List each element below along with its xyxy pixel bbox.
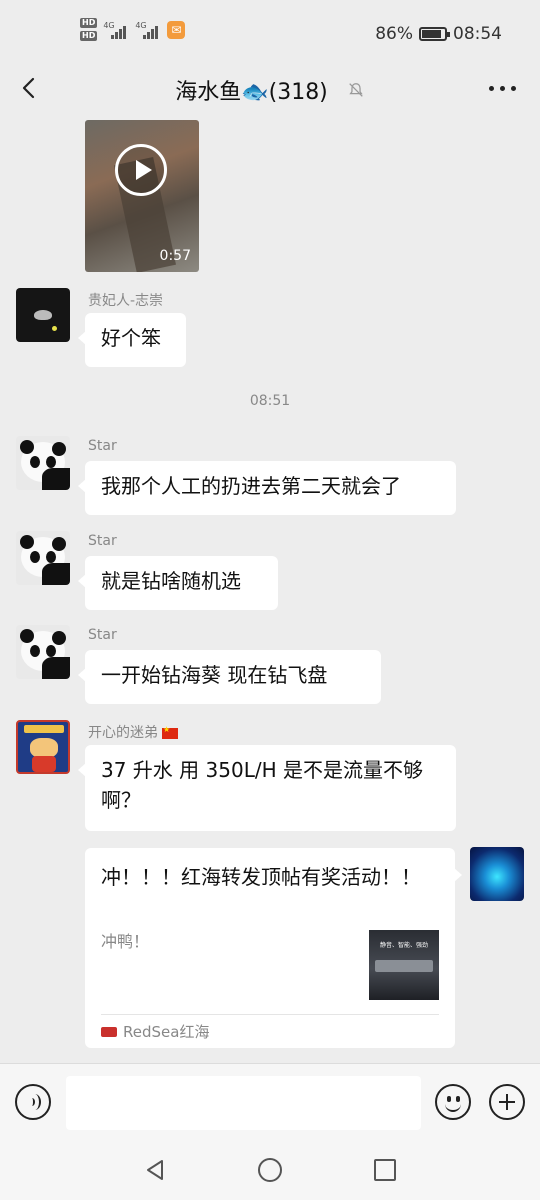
clock: 08:54: [453, 24, 502, 44]
battery-fill: [422, 30, 441, 38]
link-card[interactable]: 冲！！！红海转发顶帖有奖活动！！ 冲鸭！ 静音、智能、强劲 RedSea红海: [85, 848, 462, 1048]
avatar[interactable]: [16, 531, 70, 585]
status-left: HD HD 4G 4G ✉: [80, 18, 186, 41]
sender-name: 开心的迷弟: [88, 725, 158, 741]
link-card-source-name: RedSea红海: [123, 1023, 210, 1041]
signal-icon-2: 4G: [135, 21, 161, 39]
hd-indicators: HD HD: [80, 18, 98, 41]
voice-icon[interactable]: [15, 1084, 51, 1120]
system-navigation-bar: [0, 1141, 540, 1200]
sender-name-row: 开心的迷弟: [88, 722, 178, 742]
avatar[interactable]: [16, 288, 70, 342]
chat-header: 海水鱼🐟(318): [0, 66, 540, 112]
link-card-thumbnail-text: 静音、智能、强劲: [379, 942, 428, 949]
input-bar: [0, 1063, 540, 1141]
more-dots-icon[interactable]: [489, 86, 516, 91]
message-bubble[interactable]: 一开始钻海葵 现在钻飞盘: [78, 650, 381, 704]
sender-name: Star: [88, 533, 117, 549]
battery-icon: [419, 27, 450, 41]
bell-off-icon: [349, 83, 363, 97]
message-input[interactable]: [66, 1076, 421, 1130]
link-card-source: RedSea红海: [101, 1021, 209, 1042]
circle-home-icon[interactable]: [258, 1158, 282, 1182]
avatar[interactable]: [16, 625, 70, 679]
self-avatar[interactable]: [470, 847, 524, 901]
square-recent-icon[interactable]: [374, 1159, 396, 1181]
avatar[interactable]: [16, 436, 70, 490]
timestamp: 08:51: [249, 393, 291, 409]
video-message[interactable]: 0:57: [85, 120, 199, 272]
divider: [101, 1014, 439, 1015]
triangle-back-icon[interactable]: [144, 1159, 166, 1181]
sender-name: Star: [88, 627, 117, 643]
notification-app-icon: ✉: [167, 20, 186, 39]
plus-icon[interactable]: [489, 1084, 525, 1120]
battery-percent: 86%: [375, 24, 413, 44]
message-bubble[interactable]: 好个笨: [78, 313, 186, 367]
emoji-icon[interactable]: [435, 1084, 471, 1120]
message-bubble[interactable]: 37 升水 用 350L/H 是不是流量不够啊？: [78, 745, 456, 831]
link-card-description: 冲鸭！: [101, 932, 150, 951]
video-duration: 0:57: [159, 248, 191, 264]
link-card-title: 冲！！！红海转发顶帖有奖活动！！: [101, 865, 421, 889]
chat-title: 海水鱼🐟(318): [175, 80, 328, 105]
play-icon[interactable]: [115, 144, 167, 196]
china-flag-icon: [162, 725, 178, 739]
link-card-thumbnail: 静音、智能、强劲: [369, 930, 439, 1000]
status-right: 86% 08:54: [375, 24, 502, 44]
chat-title-wrap: 海水鱼🐟(318): [0, 74, 540, 106]
source-logo-icon: [101, 1026, 117, 1037]
sender-name: 贵妃人-志崇: [88, 293, 164, 309]
avatar[interactable]: [16, 720, 70, 774]
message-bubble[interactable]: 就是钻啥随机选: [78, 556, 278, 610]
hd-badge-2: HD: [80, 31, 98, 41]
hd-badge-1: HD: [80, 18, 98, 28]
status-bar: HD HD 4G 4G ✉ 86% 08:54: [0, 0, 540, 66]
sender-name: Star: [88, 438, 117, 454]
message-bubble[interactable]: 我那个人工的扔进去第二天就会了: [78, 461, 456, 515]
signal-icon-1: 4G: [103, 21, 129, 39]
